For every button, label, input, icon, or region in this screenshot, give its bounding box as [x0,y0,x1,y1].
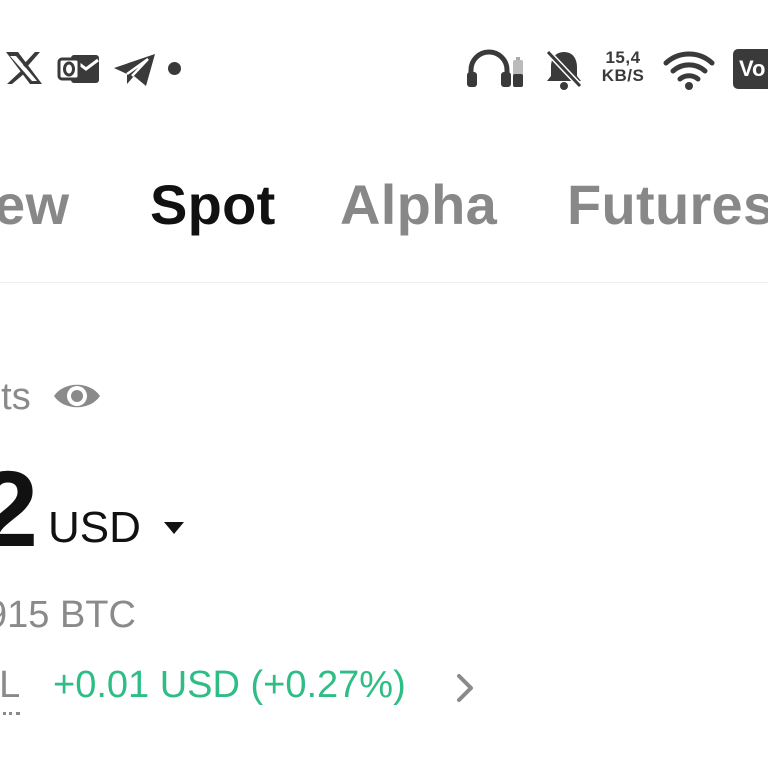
total-assets-label: ets [0,376,31,418]
chevron-right-icon[interactable] [452,672,478,704]
btc-equivalent: 915 BTC [0,594,136,636]
bell-muted-icon [544,48,584,90]
app-screen: 15,4 KB/S Vo ew Spot Alpha Futures ets 2… [0,0,768,768]
network-speed-value: 15,4 [605,48,641,67]
outlook-icon [57,55,99,83]
network-speed-unit: KB/S [601,66,645,85]
currency-selector[interactable]: USD [48,500,141,556]
eye-icon[interactable] [52,376,102,416]
tab-spot[interactable]: Spot [150,170,276,240]
wifi-icon [663,51,715,90]
network-speed: 15,4 KB/S [598,49,648,85]
headphones-battery-icon [467,49,523,87]
tab-overview[interactable]: ew [0,170,69,240]
pnl-value[interactable]: +0.01 USD (+0.27%) [53,662,406,708]
tab-alpha[interactable]: Alpha [340,170,497,240]
tab-futures[interactable]: Futures [567,170,768,240]
notification-dot-icon [168,62,181,75]
pnl-label[interactable]: nL [0,662,21,715]
telegram-icon [114,54,155,86]
caret-down-icon[interactable] [162,520,186,536]
tab-divider [0,282,768,283]
volte-label: Vo [739,56,766,81]
currency-label: USD [48,503,141,552]
volte-icon: Vo [733,49,768,89]
balance-value: 2 [0,448,39,569]
x-app-icon [6,52,42,84]
